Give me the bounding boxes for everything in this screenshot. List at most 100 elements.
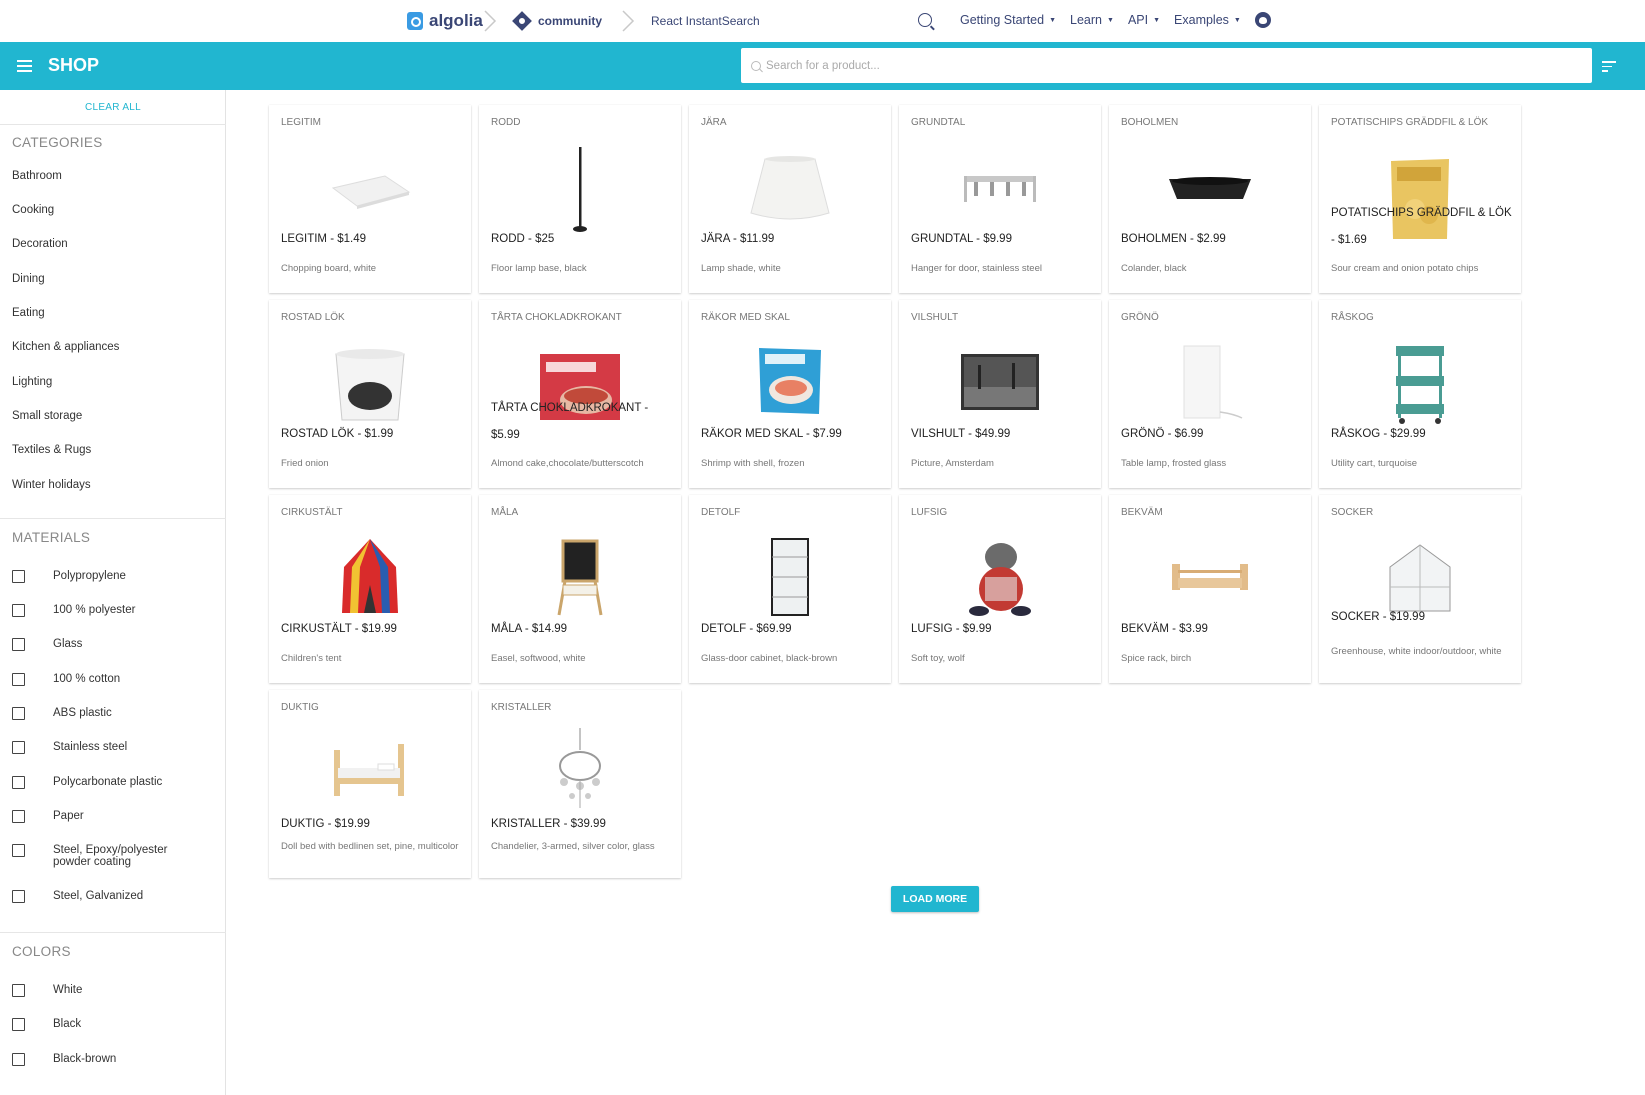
checkbox[interactable] bbox=[12, 890, 25, 903]
product-title[interactable]: RÄKOR MED SKAL - $7.99 bbox=[701, 421, 886, 448]
github-icon[interactable] bbox=[1254, 12, 1271, 28]
product-title[interactable]: BOHOLMEN - $2.99 bbox=[1121, 226, 1306, 253]
product-title[interactable]: BEKVÄM - $3.99 bbox=[1121, 616, 1306, 643]
material-filter[interactable]: 100 % polyester bbox=[12, 604, 193, 617]
product-title[interactable]: LUFSIG - $9.99 bbox=[911, 616, 1096, 643]
sort-icon[interactable] bbox=[1602, 61, 1616, 72]
material-filter[interactable]: Steel, Epoxy/polyester powder coating bbox=[12, 844, 193, 868]
product-card[interactable]: RODD RODD - $25 Floor lamp base, black bbox=[479, 105, 681, 293]
category-item[interactable]: Eating bbox=[12, 307, 45, 319]
checkbox[interactable] bbox=[12, 673, 25, 686]
nav-learn[interactable]: Learn ▼ bbox=[1070, 13, 1114, 27]
checkbox[interactable] bbox=[12, 741, 25, 754]
category-item[interactable]: Textiles & Rugs bbox=[12, 444, 91, 456]
category-item[interactable]: Bathroom bbox=[12, 170, 62, 182]
category-item[interactable]: Kitchen & appliances bbox=[12, 341, 119, 353]
product-title[interactable]: RODD - $25 bbox=[491, 226, 676, 253]
product-title[interactable]: CIRKUSTÄLT - $19.99 bbox=[281, 616, 466, 643]
category-item[interactable]: Cooking bbox=[12, 204, 54, 216]
color-filter[interactable]: White bbox=[12, 984, 193, 997]
category-item[interactable]: Decoration bbox=[12, 238, 68, 250]
product-card[interactable]: RÅSKOG RÅSKOG - $29.99 Utility cart, turqu… bbox=[1319, 300, 1521, 488]
category-item[interactable]: Dining bbox=[12, 273, 45, 285]
product-card[interactable]: CIRKUSTÄLT CIRKUSTÄLT - $19.99 Children's … bbox=[269, 495, 471, 683]
material-filter[interactable]: ABS plastic bbox=[12, 707, 193, 720]
product-card[interactable]: POTATISCHIPS GRÄDDFIL & LÖK POTATISCHIPS … bbox=[1319, 105, 1521, 293]
material-filter[interactable]: Paper bbox=[12, 810, 193, 823]
checkbox[interactable] bbox=[12, 570, 25, 583]
product-card[interactable]: DETOLF DETOLF - $69.99 Glass-door cabinet,… bbox=[689, 495, 891, 683]
react-instantsearch-link[interactable]: React InstantSearch bbox=[651, 8, 760, 34]
product-card[interactable]: GRÖNÖ GRÖNÖ - $6.99 Table lamp, frosted gl… bbox=[1109, 300, 1311, 488]
product-title[interactable]: TÅRTA CHOKLADKROKANT - $5.99 bbox=[491, 395, 676, 449]
product-title[interactable]: VILSHULT - $49.99 bbox=[911, 421, 1096, 448]
checkbox[interactable] bbox=[12, 707, 25, 720]
checkbox[interactable] bbox=[12, 776, 25, 789]
product-title[interactable]: MÅLA - $14.99 bbox=[491, 616, 676, 643]
load-more-button[interactable]: LOAD MORE bbox=[891, 886, 979, 912]
product-card[interactable]: VILSHULT VILSHULT - $49.99 Picture, Amster… bbox=[899, 300, 1101, 488]
product-title[interactable]: KRISTALLER - $39.99 bbox=[491, 811, 676, 838]
product-description: Glass-door cabinet, black-brown bbox=[701, 653, 838, 664]
product-title[interactable]: SOCKER - $19.99 bbox=[1331, 604, 1516, 631]
material-filter[interactable]: Stainless steel bbox=[12, 741, 193, 754]
product-title[interactable]: ROSTAD LÖK - $1.99 bbox=[281, 421, 466, 448]
product-card[interactable]: JÄRA JÄRA - $11.99 Lamp shade, white bbox=[689, 105, 891, 293]
checkbox[interactable] bbox=[12, 638, 25, 651]
product-card[interactable]: BEKVÄM BEKVÄM - $3.99 Spice rack, birch bbox=[1109, 495, 1311, 683]
checkbox[interactable] bbox=[12, 1018, 25, 1031]
product-title[interactable]: POTATISCHIPS GRÄDDFIL & LÖK - $1.69 bbox=[1331, 200, 1516, 254]
utility-cart-image bbox=[1392, 342, 1448, 426]
product-description: Shrimp with shell, frozen bbox=[701, 458, 805, 469]
material-filter[interactable]: Polycarbonate plastic bbox=[12, 776, 193, 789]
checkbox[interactable] bbox=[12, 1053, 25, 1066]
product-title[interactable]: DUKTIG - $19.99 bbox=[281, 811, 466, 838]
product-title[interactable]: GRUNDTAL - $9.99 bbox=[911, 226, 1096, 253]
product-card[interactable]: ROSTAD LÖK ROSTAD LÖK - $1.99 Fried onion bbox=[269, 300, 471, 488]
easel-image bbox=[555, 537, 605, 617]
search-box[interactable] bbox=[741, 48, 1592, 83]
product-title[interactable]: JÄRA - $11.99 bbox=[701, 226, 886, 253]
nav-examples[interactable]: Examples ▼ bbox=[1174, 13, 1241, 27]
product-title[interactable]: LEGITIM - $1.49 bbox=[281, 226, 466, 253]
search-icon[interactable] bbox=[918, 13, 932, 27]
checkbox[interactable] bbox=[12, 604, 25, 617]
nav-api[interactable]: API ▼ bbox=[1128, 13, 1160, 27]
checkbox[interactable] bbox=[12, 984, 25, 997]
menu-icon[interactable] bbox=[17, 60, 32, 72]
color-filter[interactable]: Black bbox=[12, 1018, 193, 1031]
color-filter[interactable]: Black-brown bbox=[12, 1053, 193, 1066]
category-item[interactable]: Small storage bbox=[12, 410, 82, 422]
product-card[interactable]: GRUNDTAL GRUNDTAL - $9.99 Hanger for door,… bbox=[899, 105, 1101, 293]
category-item[interactable]: Lighting bbox=[12, 376, 52, 388]
product-card[interactable]: DUKTIG DUKTIG - $19.99 Doll bed with bedli… bbox=[269, 690, 471, 878]
clear-all-button[interactable]: CLEAR ALL bbox=[0, 102, 226, 113]
product-card[interactable]: MÅLA MÅLA - $14.99 Easel, softwood, white bbox=[479, 495, 681, 683]
material-filter[interactable]: Polypropylene bbox=[12, 570, 193, 583]
nav-getting-started[interactable]: Getting Started ▼ bbox=[960, 13, 1056, 27]
category-item[interactable]: Winter holidays bbox=[12, 479, 91, 491]
product-title[interactable]: DETOLF - $69.99 bbox=[701, 616, 886, 643]
search-input[interactable] bbox=[766, 59, 1546, 72]
product-card[interactable]: LEGITIM LEGITIM - $1.49 Chopping board, wh… bbox=[269, 105, 471, 293]
product-card[interactable]: SOCKER SOCKER - $19.99 Greenhouse, white i… bbox=[1319, 495, 1521, 683]
product-card[interactable]: LUFSIG LUFSIG - $9.99 Soft toy, wolf bbox=[899, 495, 1101, 683]
door-hanger-image bbox=[960, 170, 1040, 210]
checkbox[interactable] bbox=[12, 810, 25, 823]
product-description: Hanger for door, stainless steel bbox=[911, 263, 1042, 274]
material-filter[interactable]: Glass bbox=[12, 638, 193, 651]
product-title[interactable]: GRÖNÖ - $6.99 bbox=[1121, 421, 1306, 448]
color-label: Black bbox=[53, 1018, 82, 1030]
product-card[interactable]: BOHOLMEN BOHOLMEN - $2.99 Colander, black bbox=[1109, 105, 1311, 293]
material-filter[interactable]: Steel, Galvanized bbox=[12, 890, 193, 903]
checkbox[interactable] bbox=[12, 844, 25, 857]
shrimp-bag-image bbox=[755, 344, 825, 418]
product-card[interactable]: KRISTALLER KRISTALLER - $39.99 Chandelier,… bbox=[479, 690, 681, 878]
algolia-logo[interactable]: algolia bbox=[407, 8, 483, 34]
product-card[interactable]: RÄKOR MED SKAL RÄKOR MED SKAL - $7.99 Shri… bbox=[689, 300, 891, 488]
product-title[interactable]: RÅSKOG - $29.99 bbox=[1331, 421, 1516, 448]
product-description: Floor lamp base, black bbox=[491, 263, 587, 274]
product-card[interactable]: TÅRTA CHOKLADKROKANT TÅRTA CHOKLADKROKANT… bbox=[479, 300, 681, 488]
community-link[interactable]: community bbox=[512, 8, 602, 34]
material-filter[interactable]: 100 % cotton bbox=[12, 673, 193, 686]
